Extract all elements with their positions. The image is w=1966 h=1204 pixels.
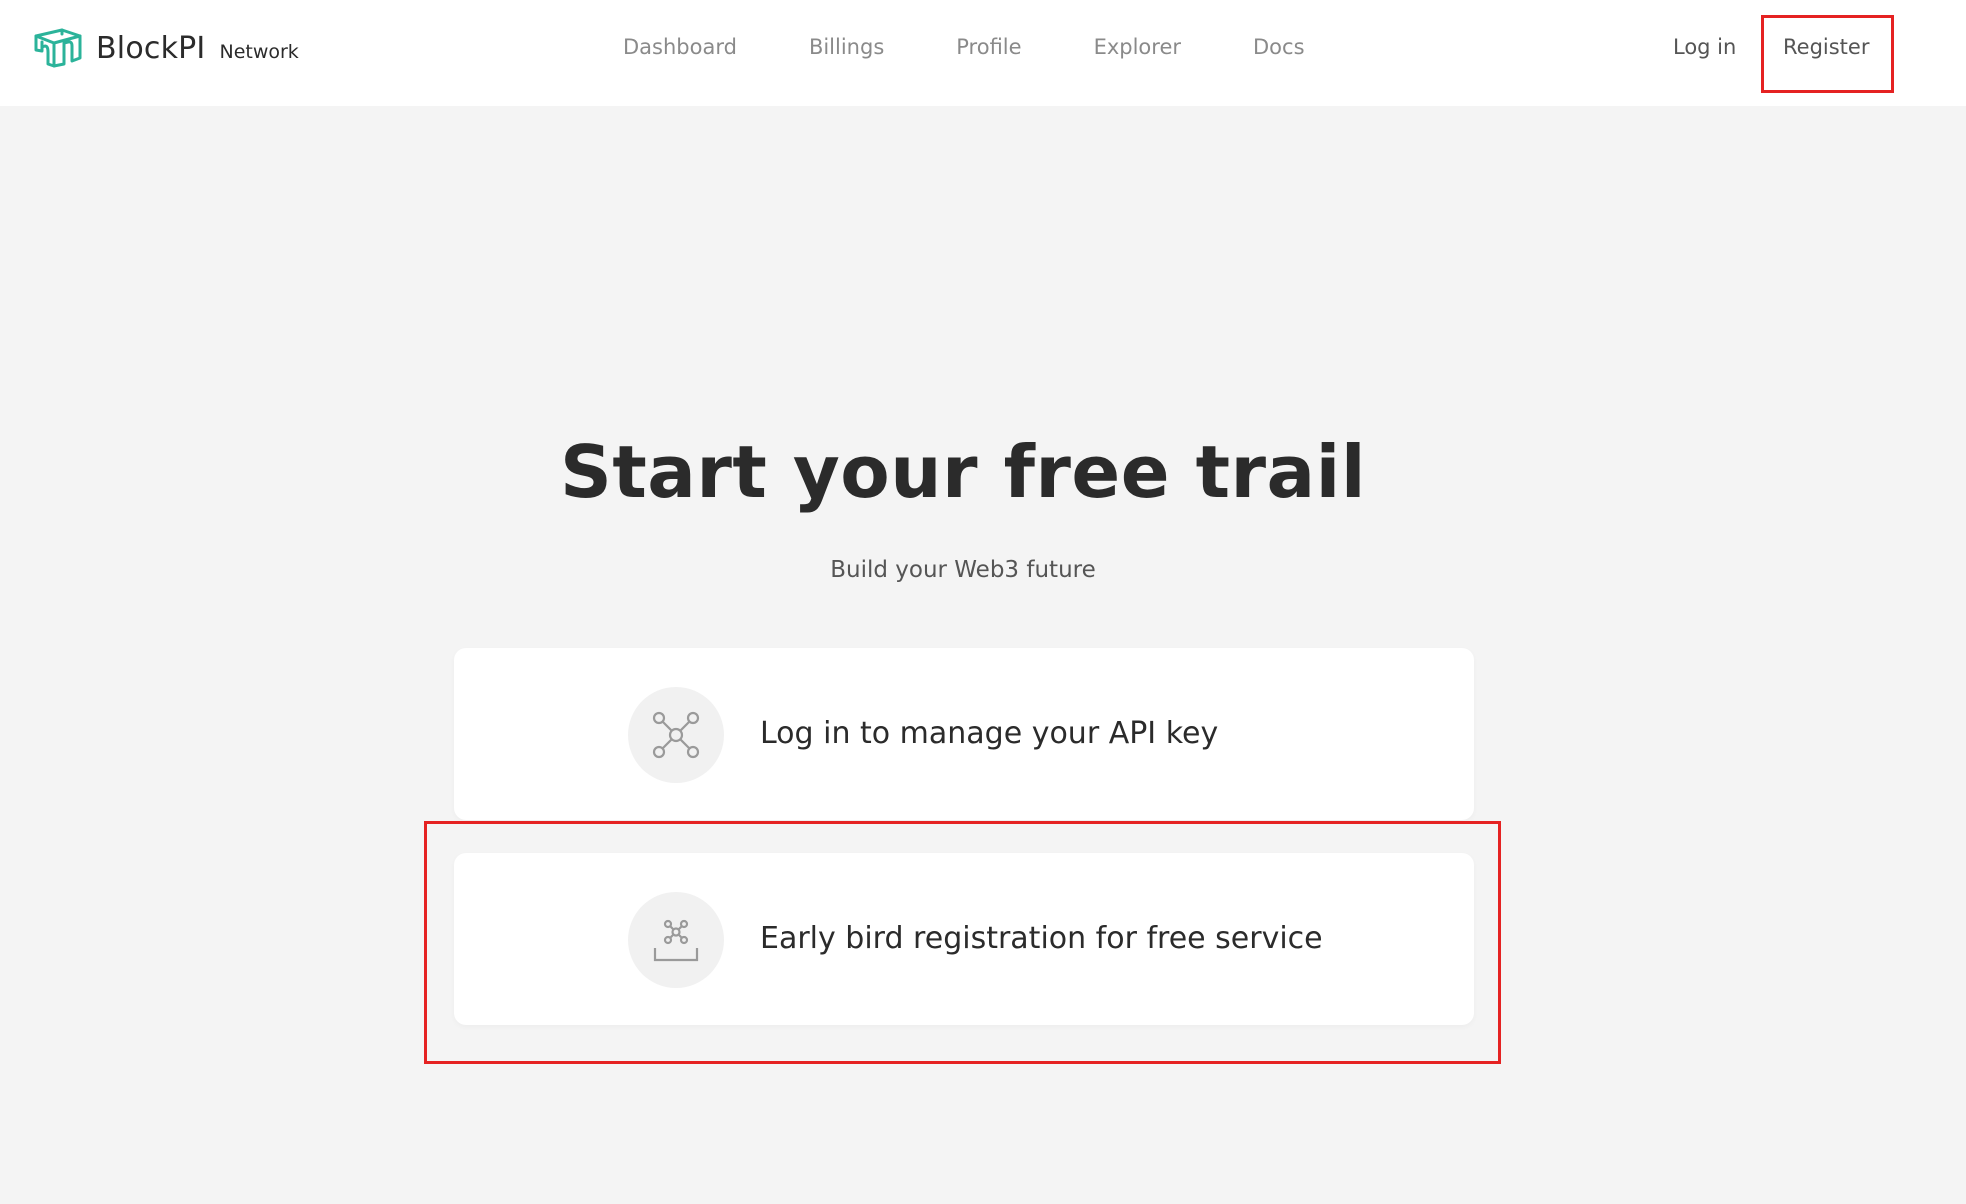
- register-link[interactable]: Register: [1783, 30, 1869, 64]
- login-card[interactable]: Log in to manage your API key: [454, 648, 1474, 820]
- register-card[interactable]: Early bird registration for free service: [454, 853, 1474, 1025]
- page-title: Start your free trail: [559, 430, 1366, 514]
- page-subtitle: Build your Web3 future: [830, 557, 1096, 583]
- auth-links: Log in Register: [0, 30, 1966, 64]
- top-header: BlockPI Network Dashboard Billings Profi…: [0, 0, 1966, 106]
- network-nodes-icon: [628, 687, 724, 783]
- register-card-label: Early bird registration for free service: [760, 921, 1323, 956]
- inbox-nodes-icon: [628, 892, 724, 988]
- login-card-label: Log in to manage your API key: [760, 716, 1219, 751]
- login-link[interactable]: Log in: [1673, 30, 1736, 64]
